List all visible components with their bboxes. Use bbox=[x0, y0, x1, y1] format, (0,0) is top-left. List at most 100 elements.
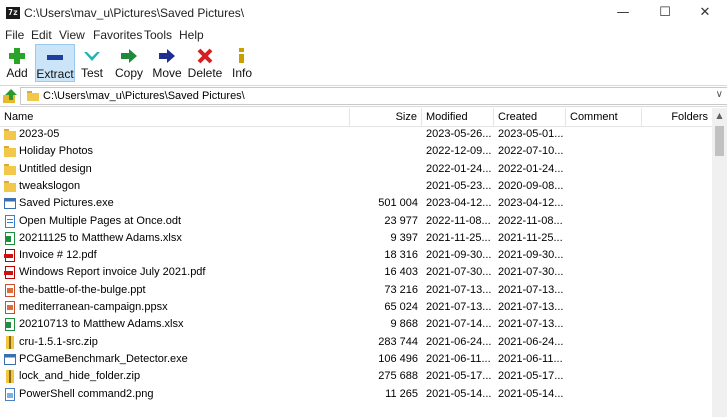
copy-icon bbox=[121, 49, 137, 63]
window-title: C:\Users\mav_u\Pictures\Saved Pictures\ bbox=[24, 6, 245, 20]
file-created: 2021-05-17... bbox=[498, 370, 564, 383]
column-modified[interactable]: Modified bbox=[422, 108, 494, 126]
up-folder-icon[interactable] bbox=[2, 88, 18, 104]
chevron-down-icon[interactable]: ∨ bbox=[716, 89, 723, 100]
exe-file-icon bbox=[4, 353, 16, 365]
menu-favorites[interactable]: Favorites bbox=[93, 28, 142, 42]
column-header: Name Size Modified Created Comment Folde… bbox=[0, 108, 712, 127]
file-modified: 2022-11-08... bbox=[426, 214, 491, 227]
file-created: 2021-07-13... bbox=[498, 301, 564, 313]
extract-icon bbox=[47, 55, 63, 60]
folder-file-icon bbox=[4, 146, 16, 158]
file-row[interactable]: the-battle-of-the-bulge.ppt 73 216 2021-07… bbox=[0, 282, 712, 299]
file-created: 2021-05-14... bbox=[498, 387, 564, 400]
file-name: Untitled design bbox=[19, 162, 92, 175]
file-row[interactable]: Open Multiple Pages at Once.odt 23 977 202… bbox=[0, 213, 712, 230]
column-size[interactable]: Size bbox=[350, 108, 422, 126]
file-name: Saved Pictures.exe bbox=[19, 197, 114, 210]
file-row[interactable]: Saved Pictures.exe 501 004 2023-04-12... 20… bbox=[0, 195, 712, 212]
menu-file[interactable]: File bbox=[5, 28, 24, 42]
folder-icon bbox=[27, 91, 39, 101]
test-icon bbox=[84, 52, 100, 61]
file-name: 20211125 to Matthew Adams.xlsx bbox=[19, 231, 182, 244]
delete-label: Delete bbox=[187, 66, 223, 80]
file-modified: 2021-09-30... bbox=[426, 249, 492, 262]
add-label: Add bbox=[6, 66, 28, 80]
file-modified: 2021-06-24... bbox=[426, 335, 492, 348]
ppt-file-icon bbox=[5, 301, 15, 314]
extract-button[interactable]: Extract bbox=[35, 44, 75, 82]
menu-view[interactable]: View bbox=[59, 28, 85, 42]
file-name: Open Multiple Pages at Once.odt bbox=[19, 214, 182, 227]
file-size: 9 868 bbox=[390, 318, 418, 331]
file-created: 2023-05-01... bbox=[498, 128, 564, 140]
folder-file-icon bbox=[4, 163, 16, 175]
xlsx-file-icon bbox=[5, 318, 15, 332]
scroll-up-arrow-icon[interactable]: ▲ bbox=[712, 108, 727, 123]
file-row[interactable]: PowerShell command2.png 11 265 2021-05-14.… bbox=[0, 386, 712, 403]
folder-file-icon bbox=[4, 129, 16, 140]
test-button[interactable]: Test bbox=[78, 44, 106, 82]
file-created: 2021-06-24... bbox=[498, 335, 564, 348]
file-name: 20210713 to Matthew Adams.xlsx bbox=[19, 318, 184, 331]
file-row[interactable]: lock_and_hide_folder.zip 275 688 2021-05-1… bbox=[0, 368, 712, 385]
file-row[interactable]: Untitled design 2022-01-24... 2022-01-24..… bbox=[0, 161, 712, 178]
file-size bbox=[350, 178, 418, 195]
file-name: Windows Report invoice July 2021.pdf bbox=[19, 266, 206, 279]
column-created[interactable]: Created bbox=[494, 108, 566, 126]
copy-button[interactable]: Copy bbox=[113, 44, 145, 82]
menu-tools[interactable]: Tools bbox=[144, 28, 172, 42]
file-size: 283 744 bbox=[378, 335, 418, 348]
file-name: the-battle-of-the-bulge.ppt bbox=[19, 283, 146, 296]
file-row[interactable]: 2023-05 2023-05-26... 2023-05-01... bbox=[0, 126, 712, 143]
file-row[interactable]: PCGameBenchmark_Detector.exe 106 496 2021-… bbox=[0, 351, 712, 368]
file-modified: 2023-05-26... bbox=[426, 128, 492, 140]
file-size bbox=[350, 126, 418, 143]
minimize-button[interactable]: — bbox=[600, 0, 646, 26]
file-modified: 2021-05-17... bbox=[426, 370, 492, 383]
delete-button[interactable]: Delete bbox=[187, 44, 223, 82]
scrollbar-thumb[interactable] bbox=[715, 126, 724, 156]
file-row[interactable]: 20210713 to Matthew Adams.xlsx 9 868 2021-… bbox=[0, 316, 712, 333]
column-name[interactable]: Name bbox=[0, 108, 350, 126]
file-modified: 2021-07-13... bbox=[426, 283, 492, 296]
add-button[interactable]: Add bbox=[2, 44, 32, 82]
column-comment[interactable]: Comment bbox=[566, 108, 642, 126]
move-button[interactable]: Move bbox=[151, 44, 183, 82]
file-size: 501 004 bbox=[378, 197, 418, 210]
menu-edit[interactable]: Edit bbox=[31, 28, 52, 42]
file-row[interactable]: Holiday Photos 2022-12-09... 2022-07-10... bbox=[0, 143, 712, 160]
file-row[interactable]: 20211125 to Matthew Adams.xlsx 9 397 2021-… bbox=[0, 230, 712, 247]
file-created: 2021-07-30... bbox=[498, 266, 564, 279]
folder-file-icon bbox=[4, 180, 16, 192]
file-row[interactable]: Windows Report invoice July 2021.pdf 16 4… bbox=[0, 264, 712, 281]
file-modified: 2023-04-12... bbox=[426, 197, 492, 210]
file-size: 275 688 bbox=[378, 370, 418, 383]
address-input[interactable]: C:\Users\mav_u\Pictures\Saved Pictures\ … bbox=[20, 87, 727, 105]
file-row[interactable]: Invoice # 12.pdf 18 316 2021-09-30... 2021-… bbox=[0, 247, 712, 264]
close-button[interactable]: ✕ bbox=[682, 0, 727, 26]
file-row[interactable]: cru-1.5.1-src.zip 283 744 2021-06-24... 202… bbox=[0, 334, 712, 351]
copy-label: Copy bbox=[114, 66, 143, 80]
file-size: 65 024 bbox=[384, 301, 418, 313]
vertical-scrollbar[interactable]: ▲ bbox=[712, 108, 727, 417]
pdf-file-icon bbox=[4, 266, 15, 280]
column-folders[interactable]: Folders bbox=[642, 108, 712, 126]
file-created: 2021-06-11... bbox=[498, 352, 563, 365]
info-button[interactable]: Info bbox=[229, 44, 255, 82]
file-size: 9 397 bbox=[390, 231, 418, 244]
file-row[interactable]: mediterranean-campaign.ppsx 65 024 2021-07… bbox=[0, 299, 712, 316]
file-row[interactable]: tweakslogon 2021-05-23... 2020-09-08... bbox=[0, 178, 712, 195]
info-icon bbox=[239, 48, 244, 63]
test-label: Test bbox=[80, 66, 103, 80]
menu-help[interactable]: Help bbox=[179, 28, 204, 42]
file-name: lock_and_hide_folder.zip bbox=[19, 370, 141, 383]
file-created: 2022-11-08... bbox=[498, 214, 563, 227]
file-modified: 2021-07-13... bbox=[426, 301, 492, 313]
file-name: Invoice # 12.pdf bbox=[19, 249, 97, 262]
address-bar: C:\Users\mav_u\Pictures\Saved Pictures\ … bbox=[0, 85, 727, 107]
file-name: tweakslogon bbox=[19, 179, 81, 192]
file-created: 2021-09-30... bbox=[498, 249, 564, 262]
png-file-icon bbox=[5, 387, 15, 401]
delete-icon bbox=[197, 48, 213, 64]
